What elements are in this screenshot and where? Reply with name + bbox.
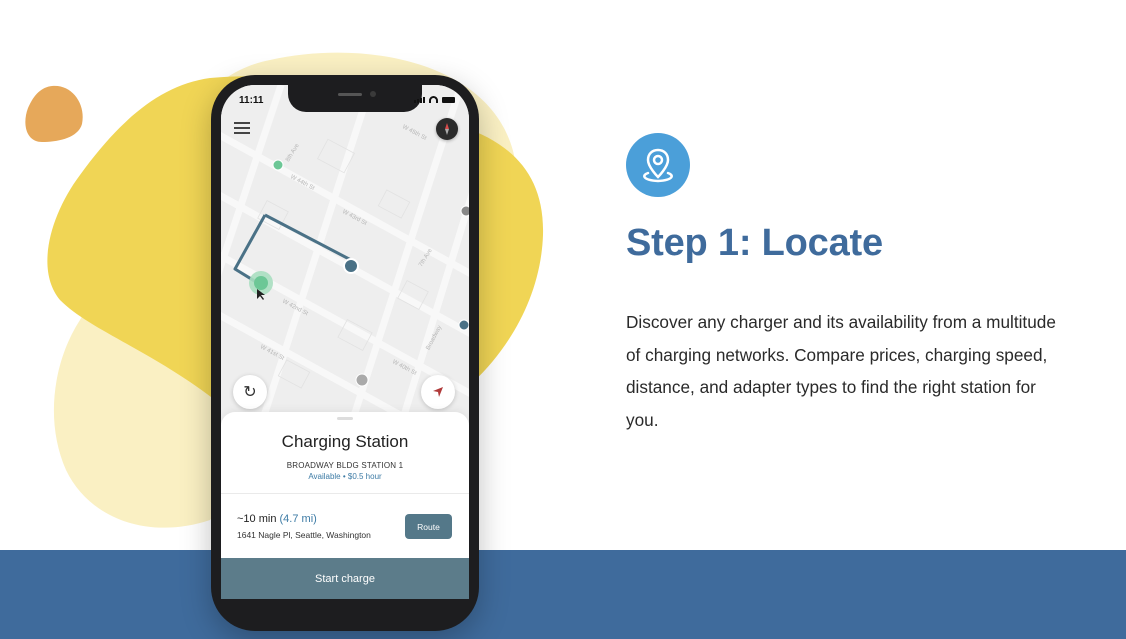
station-address: 1641 Nagle Pl, Seattle, Washington <box>237 530 371 540</box>
footer-band <box>0 550 1126 639</box>
phone-notch <box>288 85 422 112</box>
phone-screen: 11:11 8th Ave W 44th St W 43rd St W 42nd… <box>221 85 469 599</box>
eta-text: ~10 min (4.7 mi) <box>237 513 317 525</box>
locate-me-button[interactable] <box>421 375 455 409</box>
battery-icon <box>442 97 455 103</box>
step-title: Step 1: Locate <box>626 222 883 264</box>
wifi-icon <box>429 96 438 103</box>
location-pin-icon <box>643 148 673 183</box>
eta-time: ~10 min <box>237 513 277 525</box>
orange-blob <box>25 85 83 142</box>
phone-mockup: 11:11 8th Ave W 44th St W 43rd St W 42nd… <box>211 75 479 631</box>
station-availability: Available • $0.5 hour <box>308 472 382 481</box>
station-sheet: Charging Station BROADWAY BLDG STATION 1… <box>221 412 469 599</box>
navigation-arrow-icon <box>433 387 443 397</box>
refresh-icon: ↻ <box>243 384 257 401</box>
status-time: 11:11 <box>239 95 264 106</box>
location-pin-badge <box>626 133 690 197</box>
signal-icon <box>414 97 425 103</box>
refresh-button[interactable]: ↻ <box>233 375 267 409</box>
eta-distance: (4.7 mi) <box>279 513 317 525</box>
speaker <box>338 93 362 96</box>
station-name: BROADWAY BLDG STATION 1 <box>286 461 404 470</box>
map-view[interactable]: 8th Ave W 44th St W 43rd St W 42nd St 7t… <box>221 85 469 457</box>
status-icons <box>414 96 455 103</box>
start-charge-button[interactable]: Start charge <box>221 558 469 599</box>
hamburger-menu-icon[interactable] <box>234 122 250 134</box>
sheet-handle[interactable] <box>337 417 353 420</box>
compass-icon[interactable] <box>436 118 458 140</box>
station-title: Charging Station <box>281 432 409 451</box>
route-button[interactable]: Route <box>405 514 452 539</box>
camera <box>370 91 376 97</box>
divider <box>221 493 469 494</box>
step-description: Discover any charger and its availabilit… <box>626 312 1056 430</box>
map-streets <box>221 85 469 457</box>
